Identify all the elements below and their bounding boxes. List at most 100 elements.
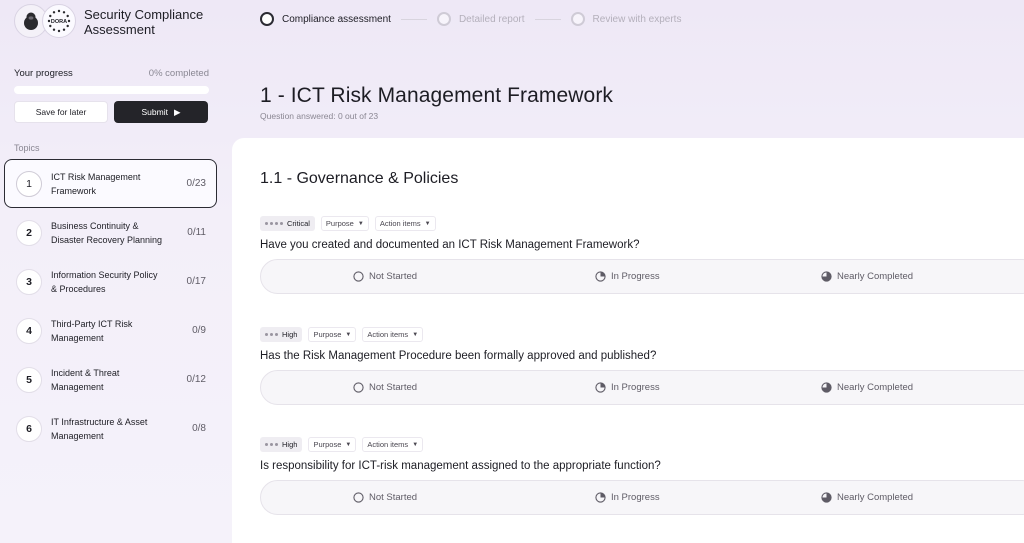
topic-item-third-party[interactable]: 4 Third-Party ICT Risk Management 0/9 [4,306,217,355]
purpose-label: Purpose [313,330,342,339]
question-card: High Purpose ▼ Action items ▼ Is respons… [260,437,1024,515]
purpose-dropdown[interactable]: Purpose ▼ [308,327,357,342]
option-not-started[interactable]: Not Started [353,492,417,503]
progress-bar [14,86,209,94]
step-compliance-assessment[interactable]: Compliance assessment [260,12,391,26]
option-in-progress[interactable]: In Progress [595,271,660,282]
option-nearly-completed[interactable]: Nearly Completed [821,271,913,282]
option-nearly-completed[interactable]: Nearly Completed [821,492,913,503]
question-card: Critical Purpose ▼ Action items ▼ Have y… [260,216,1024,294]
step-dot-icon [260,12,274,26]
topic-name: Incident & Threat Management [51,367,120,392]
submit-button[interactable]: Submit ▶ [114,101,208,123]
three-quarter-pie-icon [821,271,832,282]
question-card: High Purpose ▼ Action items ▼ Has the Ri… [260,327,1024,405]
topic-count: 0/12 [186,374,206,385]
purpose-dropdown[interactable]: Purpose ▼ [308,437,357,452]
topic-count: 0/8 [192,423,206,434]
progress-percent: 0% completed [148,68,209,79]
option-not-started[interactable]: Not Started [353,382,417,393]
topic-name: ICT Risk Management Framework [51,171,141,196]
step-dot-icon [570,12,585,26]
severity-label: High [282,330,298,339]
topic-item-it-infrastructure[interactable]: 6 IT Infrastructure & Asset Management 0… [4,404,217,453]
topic-item-information-security[interactable]: 3 Information Security Policy & Procedur… [4,257,217,306]
progress-label: Your progress [14,68,73,79]
option-label: In Progress [611,492,660,503]
severity-badge: High [260,327,303,342]
question-text: Has the Risk Management Procedure been f… [260,350,657,362]
quarter-pie-icon [595,271,606,282]
caret-down-icon: ▼ [357,220,364,227]
questions-panel: 1.1 - Governance & Policies Critical Pur… [232,138,1024,543]
step-connector [400,18,427,20]
topic-number: 2 [16,219,42,246]
topic-name: Third-Party ICT Risk Management [51,318,133,343]
topic-count: 0/17 [186,276,206,287]
save-for-later-button[interactable]: Save for later [14,101,108,123]
empty-circle-icon [353,271,364,282]
topic-count: 0/11 [187,227,206,238]
step-detailed-report[interactable]: Detailed report [436,12,525,26]
eu-stars-badge-icon: DORA [42,4,76,38]
action-items-dropdown[interactable]: Action items ▼ [374,216,436,231]
topic-item-business-continuity[interactable]: 2 Business Continuity & Disaster Recover… [4,208,217,257]
play-arrow-icon: ▶ [173,106,181,117]
topic-number: 1 [16,170,42,197]
brand: DORA Security Compliance Assessment [14,4,214,40]
step-connector [534,18,561,20]
severity-dots-icon [265,333,278,336]
answer-options: Not Started In Progress Nearly Completed [260,259,1024,294]
caret-down-icon: ▼ [345,441,352,448]
severity-badge: High [260,437,303,452]
answer-options: Not Started In Progress Nearly Completed [260,370,1024,405]
topic-count: 0/9 [192,325,206,336]
action-items-dropdown[interactable]: Action items ▼ [362,327,424,342]
questions-answered-text: Question answered: 0 out of 23 [260,111,379,121]
topic-name: IT Infrastructure & Asset Management [51,416,148,441]
severity-label: Critical [287,219,310,228]
severity-dots-icon [265,443,278,446]
step-label: Compliance assessment [282,13,391,25]
purpose-dropdown[interactable]: Purpose ▼ [320,216,369,231]
topic-name: Information Security Policy & Procedures [51,269,158,294]
badge-text: DORA [51,19,67,25]
option-nearly-completed[interactable]: Nearly Completed [821,382,913,393]
step-dot-icon [436,12,451,26]
option-label: Nearly Completed [837,271,914,282]
action-items-label: Action items [379,219,421,228]
question-tags: High Purpose ▼ Action items ▼ [260,327,1024,342]
topics-heading: Topics [14,143,40,153]
option-label: Not Started [369,382,418,393]
step-review-with-experts[interactable]: Review with experts [570,12,681,26]
action-items-label: Action items [367,440,409,449]
topic-item-ict-risk[interactable]: 1 ICT Risk Management Framework 0/23 [4,159,217,208]
three-quarter-pie-icon [821,382,832,393]
topic-number: 6 [16,415,42,442]
option-not-started[interactable]: Not Started [353,271,417,282]
question-tags: Critical Purpose ▼ Action items ▼ [260,216,1024,231]
question-text: Is responsibility for ICT-risk managemen… [260,460,661,472]
page-title: 1 - ICT Risk Management Framework [260,84,614,107]
option-in-progress[interactable]: In Progress [595,492,660,503]
option-label: In Progress [611,271,660,282]
quarter-pie-icon [595,382,606,393]
sidebar-actions: Save for later Submit ▶ [0,101,224,123]
quarter-pie-icon [595,492,606,503]
topic-number: 3 [16,268,42,295]
topic-number: 5 [16,366,42,393]
topic-item-incident-threat[interactable]: 5 Incident & Threat Management 0/12 [4,355,217,404]
severity-badge: Critical [260,216,315,231]
progress-header: Your progress 0% completed [0,68,224,79]
empty-circle-icon [353,492,364,503]
topic-count: 0/23 [186,178,206,189]
topic-name: Business Continuity & Disaster Recovery … [51,220,163,245]
option-in-progress[interactable]: In Progress [595,382,660,393]
logo: DORA [14,4,78,40]
topics-list: 1 ICT Risk Management Framework 0/23 2 B… [0,159,224,453]
empty-circle-icon [353,382,364,393]
option-label: Nearly Completed [837,492,914,503]
app-title: Security Compliance Assessment [84,7,204,37]
purpose-label: Purpose [313,440,342,449]
action-items-dropdown[interactable]: Action items ▼ [362,437,424,452]
